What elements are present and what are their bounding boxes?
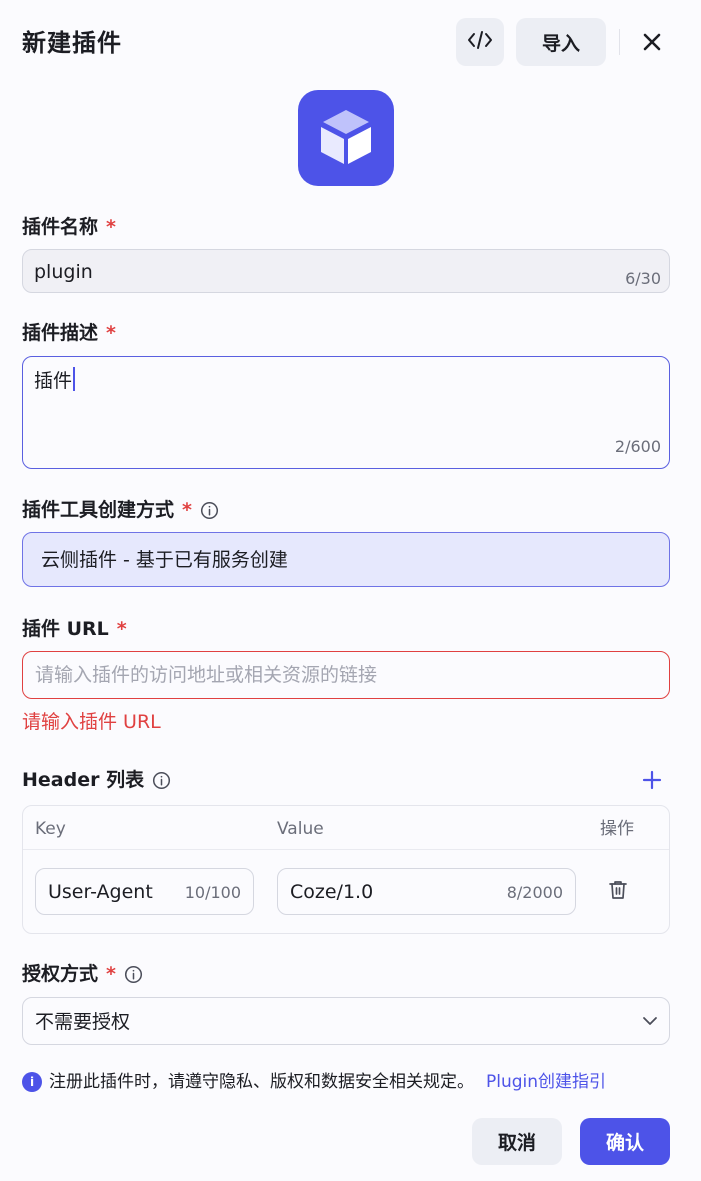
plugin-url-input[interactable] [35, 662, 655, 688]
plus-icon [642, 770, 662, 794]
required-mark: * [106, 216, 116, 238]
close-icon [642, 32, 662, 56]
header-key-counter: 10/100 [184, 883, 241, 902]
import-button[interactable]: 导入 [516, 18, 606, 66]
plugin-description-counter: 2/600 [614, 437, 661, 456]
header-list-label-text: Header 列表 [22, 769, 145, 791]
desc-label: 插件描述 * [22, 320, 116, 346]
cancel-button[interactable]: 取消 [472, 1118, 562, 1165]
required-mark: * [116, 618, 127, 640]
auth-label: 授权方式 * [22, 961, 143, 987]
info-filled-icon: i [22, 1072, 42, 1092]
url-label-text: 插件 URL [22, 618, 109, 640]
text-caret [73, 367, 76, 391]
add-header-button[interactable] [638, 768, 666, 796]
header-value-input[interactable]: Coze/1.0 8/2000 [277, 868, 576, 915]
info-icon[interactable] [124, 965, 143, 984]
url-label: 插件 URL * [22, 616, 127, 642]
plugin-guide-link[interactable]: Plugin创建指引 [486, 1070, 606, 1094]
column-header-value: Value [277, 819, 324, 839]
column-header-action: 操作 [600, 819, 634, 839]
info-icon[interactable] [200, 501, 219, 520]
column-header-key: Key [35, 819, 66, 839]
plugin-description-content: 插件 [34, 367, 76, 394]
plugin-avatar[interactable] [298, 90, 394, 186]
header-divider [619, 29, 620, 55]
method-label: 插件工具创建方式 * [22, 497, 219, 523]
compliance-notice: i 注册此插件时，请遵守隐私、版权和数据安全相关规定。 Plugin创建指引 [22, 1070, 606, 1094]
required-mark: * [182, 499, 192, 521]
header-value-counter: 8/2000 [506, 883, 563, 902]
info-icon[interactable] [152, 771, 171, 790]
plugin-name-value: plugin [34, 261, 93, 283]
header-table: Key Value 操作 User-Agent 10/100 Coze/1.0 … [22, 805, 670, 934]
code-icon [467, 29, 493, 55]
delete-header-button[interactable] [607, 880, 629, 904]
auth-method-value: 不需要授权 [35, 1011, 131, 1033]
notice-text: 注册此插件时，请遵守隐私、版权和数据安全相关规定。 [49, 1072, 474, 1092]
method-label-text: 插件工具创建方式 [22, 499, 175, 521]
auth-method-select[interactable]: 不需要授权 [22, 997, 670, 1045]
auth-label-text: 授权方式 [22, 963, 99, 985]
table-header-divider [23, 849, 669, 850]
creation-method-value: 云侧插件 - 基于已有服务创建 [41, 549, 288, 571]
required-mark: * [106, 963, 116, 985]
plugin-name-counter: 6/30 [625, 269, 661, 288]
close-button[interactable] [634, 26, 670, 62]
confirm-button[interactable]: 确认 [580, 1118, 670, 1165]
plugin-description-textarea[interactable]: 插件 2/600 [22, 356, 670, 469]
creation-method-option[interactable]: 云侧插件 - 基于已有服务创建 [22, 532, 670, 587]
chevron-down-icon [641, 1012, 659, 1035]
header-value-value: Coze/1.0 [290, 881, 374, 903]
desc-label-text: 插件描述 [22, 322, 99, 344]
plugin-description-value: 插件 [34, 370, 73, 392]
url-error-message: 请输入插件 URL [22, 711, 161, 733]
name-label: 插件名称 * [22, 214, 116, 240]
code-view-button[interactable] [456, 18, 504, 66]
plugin-url-field[interactable] [22, 651, 670, 699]
header-list-label: Header 列表 [22, 767, 171, 793]
header-key-input[interactable]: User-Agent 10/100 [35, 868, 254, 915]
required-mark: * [106, 322, 116, 344]
name-label-text: 插件名称 [22, 216, 99, 238]
cube-icon [319, 106, 373, 170]
header-key-value: User-Agent [48, 881, 153, 903]
dialog-title: 新建插件 [22, 29, 122, 57]
plugin-name-input[interactable]: plugin 6/30 [22, 249, 670, 293]
trash-icon [609, 880, 627, 904]
